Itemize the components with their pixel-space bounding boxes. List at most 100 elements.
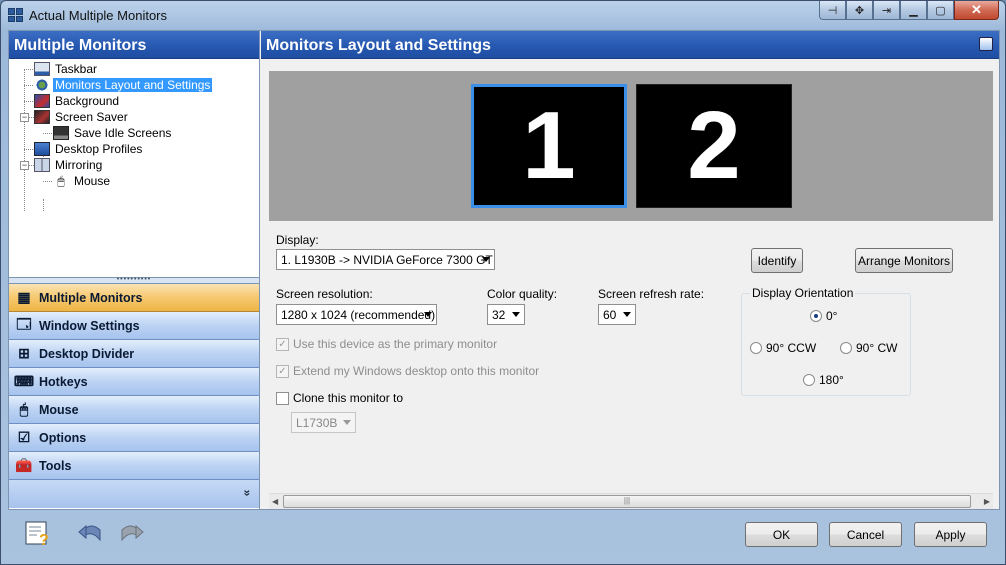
app-icon [8, 8, 23, 22]
scrollbar-thumb[interactable]: ||| [283, 495, 971, 508]
clone-target-select[interactable]: L1730B [291, 412, 356, 433]
pin-icon: ⊣ [827, 4, 838, 17]
orientation-180-radio[interactable]: 180° [803, 373, 844, 387]
options-icon: ☑ [17, 429, 31, 445]
svg-text:?: ? [39, 532, 49, 548]
ok-button[interactable]: OK [745, 522, 818, 547]
chevron-down-icon [512, 312, 520, 317]
tree-item-taskbar[interactable]: Taskbar [34, 61, 99, 77]
chevron-down-icon [343, 420, 351, 425]
idle-screen-icon [53, 126, 69, 140]
clone-monitor-checkbox[interactable]: Clone this monitor to [276, 391, 403, 405]
background-icon [34, 94, 50, 108]
tree-item-background[interactable]: Background [34, 93, 121, 109]
nav-item-hotkeys[interactable]: ⌨ Hotkeys [9, 368, 259, 396]
nav-item-multiple-monitors[interactable]: ▦ Multiple Monitors [9, 284, 259, 312]
tree-item-mirroring[interactable]: Mirroring [34, 157, 104, 173]
display-orientation-group: Display Orientation 0° 90° CCW 90° CW 18… [741, 286, 911, 396]
refresh-rate-select[interactable]: 60 [598, 304, 636, 325]
extend-desktop-checkbox[interactable]: ✓ Extend my Windows desktop onto this mo… [276, 364, 539, 378]
left-pane-header: Multiple Monitors [9, 31, 259, 59]
tree-item-monitors-layout[interactable]: Monitors Layout and Settings [34, 77, 213, 93]
tools-icon: 🧰 [15, 457, 33, 473]
undo-icon[interactable] [76, 518, 106, 548]
bottom-bar: ? OK Cancel Apply [8, 510, 1000, 560]
maximize-button[interactable]: ▢ [927, 1, 954, 20]
nav-item-tools[interactable]: 🧰 Tools [9, 452, 259, 480]
resolution-select[interactable]: 1280 x 1024 (recommended) [276, 304, 437, 325]
nav-item-mouse[interactable]: 🖱 Mouse [9, 396, 259, 424]
radio-icon [840, 342, 852, 354]
nav-footer: » [9, 480, 259, 508]
move-button[interactable]: ✥ [846, 1, 873, 20]
nav-overflow-chevron-icon[interactable]: » [241, 490, 255, 497]
collapse-screen-saver[interactable]: − [20, 113, 29, 122]
monitor-2[interactable]: 2 [636, 84, 792, 208]
chevron-down-icon [623, 312, 631, 317]
chevron-down-icon [482, 257, 490, 262]
scroll-left-icon[interactable]: ◀ [272, 497, 278, 506]
left-pane: Multiple Monitors − − Taskbar Monitors L… [9, 31, 260, 509]
display-select[interactable]: 1. L1930B -> NVIDIA GeForce 7300 GT [276, 249, 495, 270]
radio-icon [803, 374, 815, 386]
orientation-0-radio[interactable]: 0° [810, 309, 837, 323]
collapse-mirroring[interactable]: − [20, 161, 29, 170]
pin-button[interactable]: ⊣ [819, 1, 846, 20]
color-quality-select[interactable]: 32 [487, 304, 525, 325]
send-to-monitor-button[interactable]: ⇥ [873, 1, 900, 20]
right-pane-header: Monitors Layout and Settings [261, 31, 999, 59]
right-pane-title: Monitors Layout and Settings [266, 37, 491, 54]
identify-button[interactable]: Identify [751, 248, 803, 273]
mirroring-icon [34, 158, 50, 172]
apply-button[interactable]: Apply [914, 522, 987, 547]
mouse-icon: 🖱 [19, 401, 29, 417]
monitors-icon [34, 78, 50, 92]
primary-monitor-checkbox[interactable]: ✓ Use this device as the primary monitor [276, 337, 497, 351]
nav-bar: ▦ Multiple Monitors 🗔 Window Settings ⊞ … [9, 284, 259, 508]
settings-tree[interactable]: − − Taskbar Monitors Layout and Settings… [9, 59, 259, 277]
checkbox-checked-icon: ✓ [276, 337, 289, 351]
orientation-90cw-radio[interactable]: 90° CW [840, 341, 897, 355]
move-icon: ✥ [854, 4, 865, 17]
nav-item-options[interactable]: ☑ Options [9, 424, 259, 452]
title-bar[interactable]: Actual Multiple Monitors ⊣ ✥ ⇥ ▁ ▢ ✕ [1, 1, 1005, 30]
send-to-monitor-icon: ⇥ [881, 4, 892, 17]
checkbox-unchecked-icon [276, 391, 289, 405]
close-button[interactable]: ✕ [954, 1, 999, 20]
monitors-layout-preview: 1 2 [269, 71, 993, 221]
cancel-button[interactable]: Cancel [829, 522, 902, 547]
orientation-90ccw-radio[interactable]: 90° CCW [750, 341, 816, 355]
mouse-icon: 🖱 [57, 174, 65, 188]
help-topic-icon[interactable] [979, 37, 993, 51]
nav-item-desktop-divider[interactable]: ⊞ Desktop Divider [9, 340, 259, 368]
color-quality-label: Color quality: [487, 287, 558, 301]
tree-item-screen-saver[interactable]: Screen Saver [34, 109, 130, 125]
tree-item-mouse[interactable]: 🖱 Mouse [53, 173, 112, 189]
monitor-1[interactable]: 1 [471, 84, 627, 208]
nav-item-window-settings[interactable]: 🗔 Window Settings [9, 312, 259, 340]
refresh-rate-label: Screen refresh rate: [598, 287, 705, 301]
desktop-profiles-icon [34, 142, 50, 156]
multiple-monitors-icon: ▦ [17, 289, 31, 305]
chevron-down-icon [424, 312, 432, 317]
taskbar-icon [34, 62, 50, 76]
radio-selected-icon [810, 310, 822, 322]
redo-icon[interactable] [116, 518, 146, 548]
checkbox-checked-icon: ✓ [276, 364, 289, 378]
minimize-button[interactable]: ▁ [900, 1, 927, 20]
help-icon[interactable]: ? [23, 518, 53, 549]
tree-item-save-idle-screens[interactable]: Save Idle Screens [53, 125, 173, 141]
maximize-icon: ▢ [935, 4, 946, 17]
scroll-right-icon[interactable]: ▶ [984, 497, 990, 506]
window-settings-icon: 🗔 [16, 315, 32, 332]
keyboard-icon: ⌨ [13, 373, 35, 389]
pane-splitter[interactable]: •••••••••• [9, 276, 259, 284]
right-pane: Monitors Layout and Settings 1 2 Display… [261, 31, 999, 509]
close-icon: ✕ [971, 2, 982, 17]
horizontal-scrollbar[interactable]: ◀ ||| ▶ [269, 493, 993, 509]
arrange-monitors-button[interactable]: Arrange Monitors [855, 248, 953, 273]
desktop-divider-icon: ⊞ [18, 345, 30, 361]
client-area: Multiple Monitors − − Taskbar Monitors L… [8, 30, 1000, 510]
minimize-icon: ▁ [909, 4, 918, 17]
tree-item-desktop-profiles[interactable]: Desktop Profiles [34, 141, 144, 157]
